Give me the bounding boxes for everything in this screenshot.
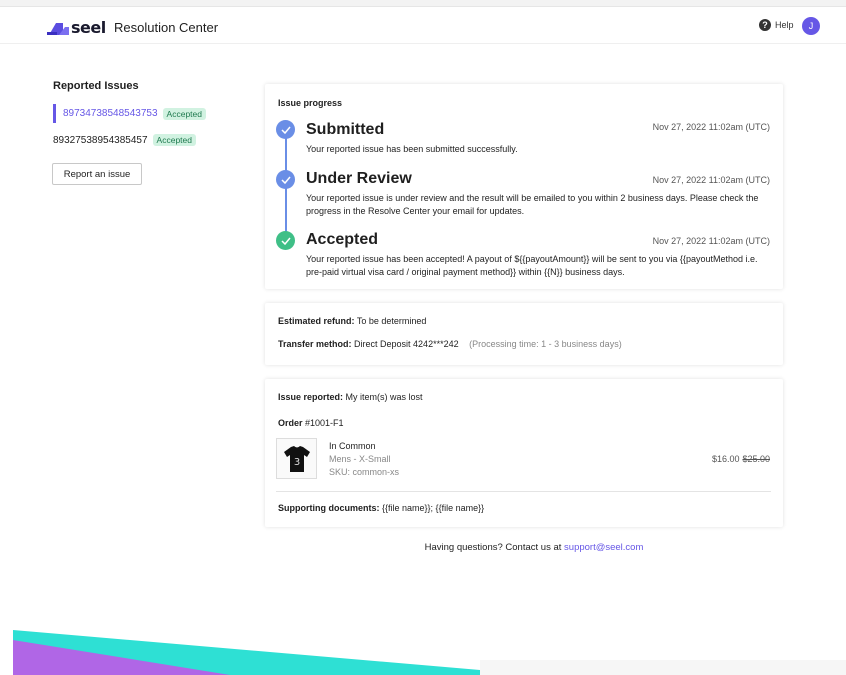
supporting-documents: Supporting documents: {{file name}}; {{f… bbox=[278, 503, 484, 513]
step-date: Nov 27, 2022 11:02am (UTC) bbox=[652, 236, 770, 246]
estimated-refund-label: Estimated refund: bbox=[278, 316, 355, 326]
seel-logo-icon bbox=[47, 22, 69, 35]
issue-item-active[interactable]: 897347385485437​53 Accepted bbox=[53, 104, 206, 123]
check-icon bbox=[276, 170, 295, 189]
transfer-method-label: Transfer method: bbox=[278, 339, 352, 349]
step-description: Your reported issue has been submitted s… bbox=[306, 144, 518, 154]
estimated-refund: Estimated refund: To be determined bbox=[278, 316, 426, 326]
estimated-refund-value: To be determined bbox=[356, 316, 427, 326]
divider bbox=[276, 491, 771, 492]
product-variant: Mens - X-Small bbox=[329, 454, 391, 464]
step-date: Nov 27, 2022 11:02am (UTC) bbox=[652, 175, 770, 185]
issue-progress-card: Issue progress Submitted Nov 27, 2022 11… bbox=[265, 84, 783, 289]
sale-price: $16.00 bbox=[711, 454, 740, 464]
issue-reported-label: Issue reported: bbox=[278, 392, 344, 402]
product-price: $16.00 $25.00 bbox=[712, 454, 770, 464]
processing-note: (Processing time: 1 - 3 business days) bbox=[469, 339, 622, 349]
status-badge: Accepted bbox=[162, 107, 206, 120]
issue-progress-label: Issue progress bbox=[278, 98, 343, 108]
refund-card: Estimated refund: To be determined Trans… bbox=[265, 303, 783, 365]
help-link[interactable]: ? Help bbox=[759, 19, 794, 31]
header-bar: seel Resolution Center ? Help J bbox=[0, 7, 846, 44]
order-number: Order #1001-F1 bbox=[278, 418, 344, 428]
sidebar-title: Reported Issues bbox=[53, 80, 139, 92]
step-description: Your reported issue is under review and … bbox=[306, 193, 759, 216]
check-icon bbox=[276, 120, 295, 139]
contact-line: Having questions? Contact us at support@… bbox=[265, 542, 803, 553]
report-issue-button[interactable]: Report an issue bbox=[52, 163, 142, 185]
help-icon: ? bbox=[759, 19, 771, 31]
step-date: Nov 27, 2022 11:02am (UTC) bbox=[652, 122, 770, 132]
status-badge: Accepted bbox=[152, 134, 196, 146]
product-name: In Common bbox=[329, 441, 376, 451]
step-title-accepted: Accepted bbox=[306, 231, 379, 248]
product-image: 3 bbox=[276, 438, 317, 479]
step-title-under-review: Under Review bbox=[306, 170, 412, 187]
issue-id: 897347385485437​53 bbox=[63, 108, 158, 119]
check-icon bbox=[276, 231, 295, 250]
issue-reported-value: My item(s) was lost bbox=[345, 392, 423, 402]
order-label: Order bbox=[278, 418, 303, 428]
tshirt-icon: 3 bbox=[283, 445, 310, 472]
transfer-method: Transfer method: Direct Deposit 4242***2… bbox=[278, 339, 622, 349]
seel-logo[interactable]: seel bbox=[47, 18, 106, 37]
order-number-value: #1001-F1 bbox=[305, 418, 344, 428]
transfer-method-value: Direct Deposit 4242***242 bbox=[354, 339, 459, 349]
browser-top-strip bbox=[0, 0, 846, 7]
issue-reported: Issue reported: My item(s) was lost bbox=[278, 392, 423, 402]
supporting-documents-label: Supporting documents: bbox=[278, 503, 380, 513]
user-avatar[interactable]: J bbox=[802, 17, 820, 35]
issue-item[interactable]: 89327538954385457 Accepted bbox=[53, 134, 196, 146]
order-card: Issue reported: My item(s) was lost Orde… bbox=[265, 379, 783, 527]
contact-text: Having questions? Contact us at bbox=[424, 542, 562, 553]
step-description: Your reported issue has been accepted! A… bbox=[306, 254, 758, 277]
step-title-submitted: Submitted bbox=[306, 121, 385, 138]
issue-id: 89327538954385457 bbox=[53, 134, 148, 146]
app-title: Resolution Center bbox=[114, 20, 219, 35]
help-label: Help bbox=[775, 20, 794, 30]
supporting-documents-value[interactable]: {{file name}}; {{file name}} bbox=[382, 503, 484, 513]
support-email-link[interactable]: support@seel.com bbox=[564, 542, 643, 553]
svg-text:3: 3 bbox=[293, 457, 299, 468]
product-sku: SKU: common-xs bbox=[329, 467, 400, 477]
decorative-wave bbox=[13, 630, 846, 675]
logo-text: seel bbox=[71, 18, 106, 37]
original-price: $25.00 bbox=[742, 454, 770, 464]
